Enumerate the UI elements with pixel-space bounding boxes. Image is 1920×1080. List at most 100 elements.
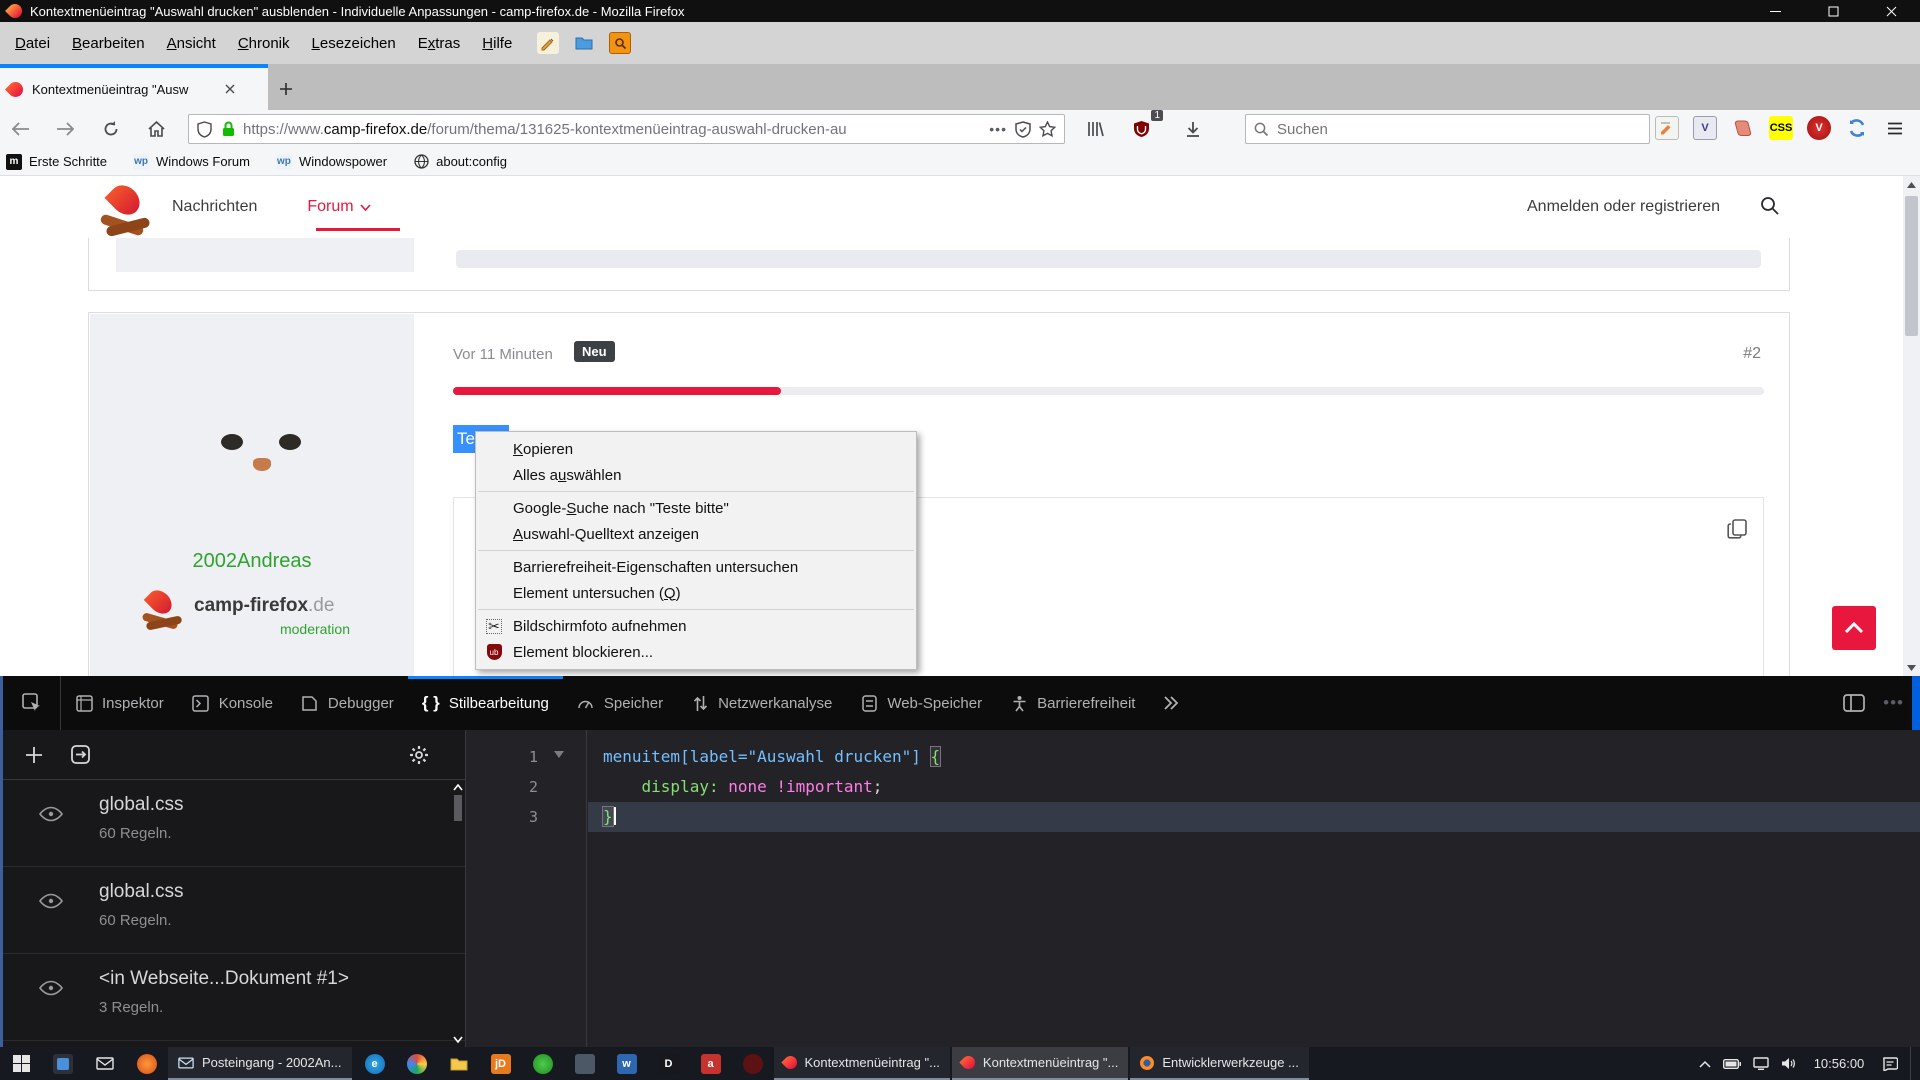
https-lock-icon[interactable] [222, 121, 235, 137]
red-v-extension-icon[interactable]: V [1807, 116, 1831, 140]
tab-konsole[interactable]: Konsole [178, 676, 287, 730]
stylesheet-item[interactable]: <in Webseite...Dokument #1> 3 Regeln. [3, 954, 465, 1041]
tab-active[interactable]: Kontextmenüeintrag "Ausw [0, 64, 268, 110]
taskbar-pinned-icon[interactable] [533, 1054, 553, 1074]
taskbar-pinned-icon[interactable] [407, 1054, 427, 1074]
display-icon[interactable] [1753, 1057, 1769, 1070]
tab-close-icon[interactable] [224, 83, 236, 95]
ublock-origin-icon[interactable]: 1 [1126, 115, 1156, 143]
taskbar-pinned-icon[interactable]: D [659, 1054, 679, 1074]
taskbar-pinned-icon[interactable] [743, 1054, 763, 1074]
menu-ansicht[interactable]: Ansicht [156, 30, 227, 57]
responsive-mode-sliver[interactable] [1912, 676, 1920, 730]
taskbar-pinned-icon[interactable] [137, 1054, 157, 1074]
tab-inspektor[interactable]: Inspektor [61, 676, 178, 730]
taskbar-pinned-icon[interactable] [53, 1054, 73, 1074]
menu-item-barrierefreiheit[interactable]: Barrierefreiheit-Eigenschaften untersuch… [476, 554, 916, 580]
menu-lesezeichen[interactable]: Lesezeichen [301, 30, 407, 57]
stylesheet-item[interactable]: global.css 60 Regeln. [3, 867, 465, 954]
camp-firefox-logo[interactable] [98, 184, 158, 240]
sync-extension-icon[interactable] [1845, 116, 1869, 140]
eye-icon[interactable] [39, 893, 63, 909]
scrollbar-thumb[interactable] [454, 795, 462, 821]
show-desktop-button[interactable] [1910, 1047, 1914, 1080]
stylesheet-item[interactable]: global.css 60 Regeln. [3, 780, 465, 867]
taskbar-window-devtools[interactable]: Entwicklerwerkzeuge ... [1130, 1047, 1309, 1080]
tracking-protection-shield-icon[interactable] [197, 121, 212, 138]
home-button[interactable] [141, 115, 171, 143]
folder-icon[interactable] [573, 32, 595, 54]
menu-item-element-untersuchen[interactable]: Element untersuchen (Q) [476, 580, 916, 606]
menu-item-auswahl-quelltext[interactable]: Auswahl-Quelltext anzeigen [476, 521, 916, 547]
back-to-top-button[interactable] [1832, 606, 1876, 650]
page-actions-icon[interactable]: ••• [989, 121, 1007, 137]
site-search-icon[interactable] [1760, 196, 1780, 216]
login-link[interactable]: Anmelden oder registrieren [1527, 198, 1720, 216]
menu-item-google-suche[interactable]: Google-Suche nach "Teste bitte" [476, 495, 916, 521]
maximize-button[interactable] [1804, 0, 1862, 22]
bookmark-erste-schritte[interactable]: mErste Schritte [6, 154, 107, 170]
post-timestamp[interactable]: Vor 11 Minuten [453, 346, 553, 363]
gear-icon[interactable] [409, 745, 429, 765]
minimize-button[interactable] [1746, 0, 1804, 22]
menu-item-kopieren[interactable]: Kopieren [476, 436, 916, 462]
scroll-extension-icon[interactable] [1731, 116, 1755, 140]
mail-icon[interactable] [95, 1054, 115, 1074]
taskbar-pinned-icon[interactable]: jD [491, 1054, 511, 1074]
start-button[interactable] [0, 1047, 42, 1080]
post-username[interactable]: 2002Andreas [90, 550, 414, 573]
tab-debugger[interactable]: Debugger [287, 676, 408, 730]
import-stylesheet-button[interactable] [71, 745, 93, 765]
menu-chronik[interactable]: Chronik [227, 30, 301, 57]
menu-item-alles-auswaehlen[interactable]: Alles auswählen [476, 462, 916, 488]
close-button[interactable] [1862, 0, 1920, 22]
scrollbar-thumb[interactable] [1905, 196, 1918, 336]
library-icon[interactable] [1080, 115, 1110, 143]
taskbar-window-thunderbird[interactable]: Posteingang - 2002An... [168, 1047, 352, 1080]
split-console-icon[interactable] [1843, 694, 1865, 712]
notes-pencil-icon[interactable] [537, 32, 559, 54]
menu-datei[interactable]: Datei [4, 30, 61, 57]
menu-item-bildschirmfoto[interactable]: ✂Bildschirmfoto aufnehmen [476, 613, 916, 639]
tab-stilbearbeitung[interactable]: { }Stilbearbeitung [408, 676, 563, 730]
tab-speicher[interactable]: Speicher [563, 676, 677, 730]
fold-arrow-icon[interactable] [554, 751, 564, 763]
stylus-extension-icon[interactable] [1655, 116, 1679, 140]
bookmark-star-icon[interactable] [1039, 121, 1056, 137]
copy-pages-icon[interactable] [1727, 518, 1749, 540]
bookmark-windowspower[interactable]: wpWindowspower [276, 154, 387, 170]
taskbar-pinned-icon[interactable] [575, 1054, 595, 1074]
page-scrollbar[interactable] [1903, 176, 1920, 676]
eye-icon[interactable] [39, 980, 63, 996]
tab-web-speicher[interactable]: Web-Speicher [846, 676, 996, 730]
scroll-down-arrow[interactable] [1903, 659, 1920, 676]
nav-forum[interactable]: Forum [307, 198, 370, 216]
forward-button[interactable] [50, 115, 80, 143]
eye-icon[interactable] [39, 806, 63, 822]
new-stylesheet-button[interactable] [25, 746, 43, 764]
speaker-icon[interactable] [1781, 1057, 1796, 1070]
sidebar-scrollbar[interactable] [451, 780, 465, 1047]
post-number[interactable]: #2 [1743, 345, 1761, 363]
taskbar-clock[interactable]: 10:56:00 [1808, 1056, 1870, 1071]
css-extension-icon[interactable]: CSS [1769, 116, 1793, 140]
tab-barrierefreiheit[interactable]: Barrierefreiheit [996, 676, 1149, 730]
tab-netzwerkanalyse[interactable]: Netzwerkanalyse [677, 676, 846, 730]
taskbar-pinned-icon[interactable]: a [701, 1054, 721, 1074]
bookmark-about-config[interactable]: about:config [413, 154, 507, 170]
more-tabs-chevron-icon[interactable] [1149, 676, 1193, 730]
hamburger-menu-icon[interactable] [1883, 116, 1907, 140]
action-center-icon[interactable] [1882, 1057, 1898, 1071]
tray-chevron-up-icon[interactable] [1699, 1060, 1711, 1068]
menu-bearbeiten[interactable]: Bearbeiten [61, 30, 156, 57]
v-extension-icon[interactable]: V [1693, 116, 1717, 140]
new-tab-button[interactable] [268, 68, 304, 110]
element-picker-icon[interactable] [3, 676, 61, 730]
file-explorer-icon[interactable] [449, 1054, 469, 1074]
bookmark-windows-forum[interactable]: wpWindows Forum [133, 154, 250, 170]
search-input[interactable]: Suchen [1245, 114, 1650, 144]
nav-nachrichten[interactable]: Nachrichten [172, 198, 257, 216]
edge-icon[interactable]: e [365, 1054, 385, 1074]
url-bar[interactable]: https://www.camp-firefox.de/forum/thema/… [188, 114, 1065, 144]
devtools-meatball-menu-icon[interactable]: ••• [1883, 693, 1904, 713]
